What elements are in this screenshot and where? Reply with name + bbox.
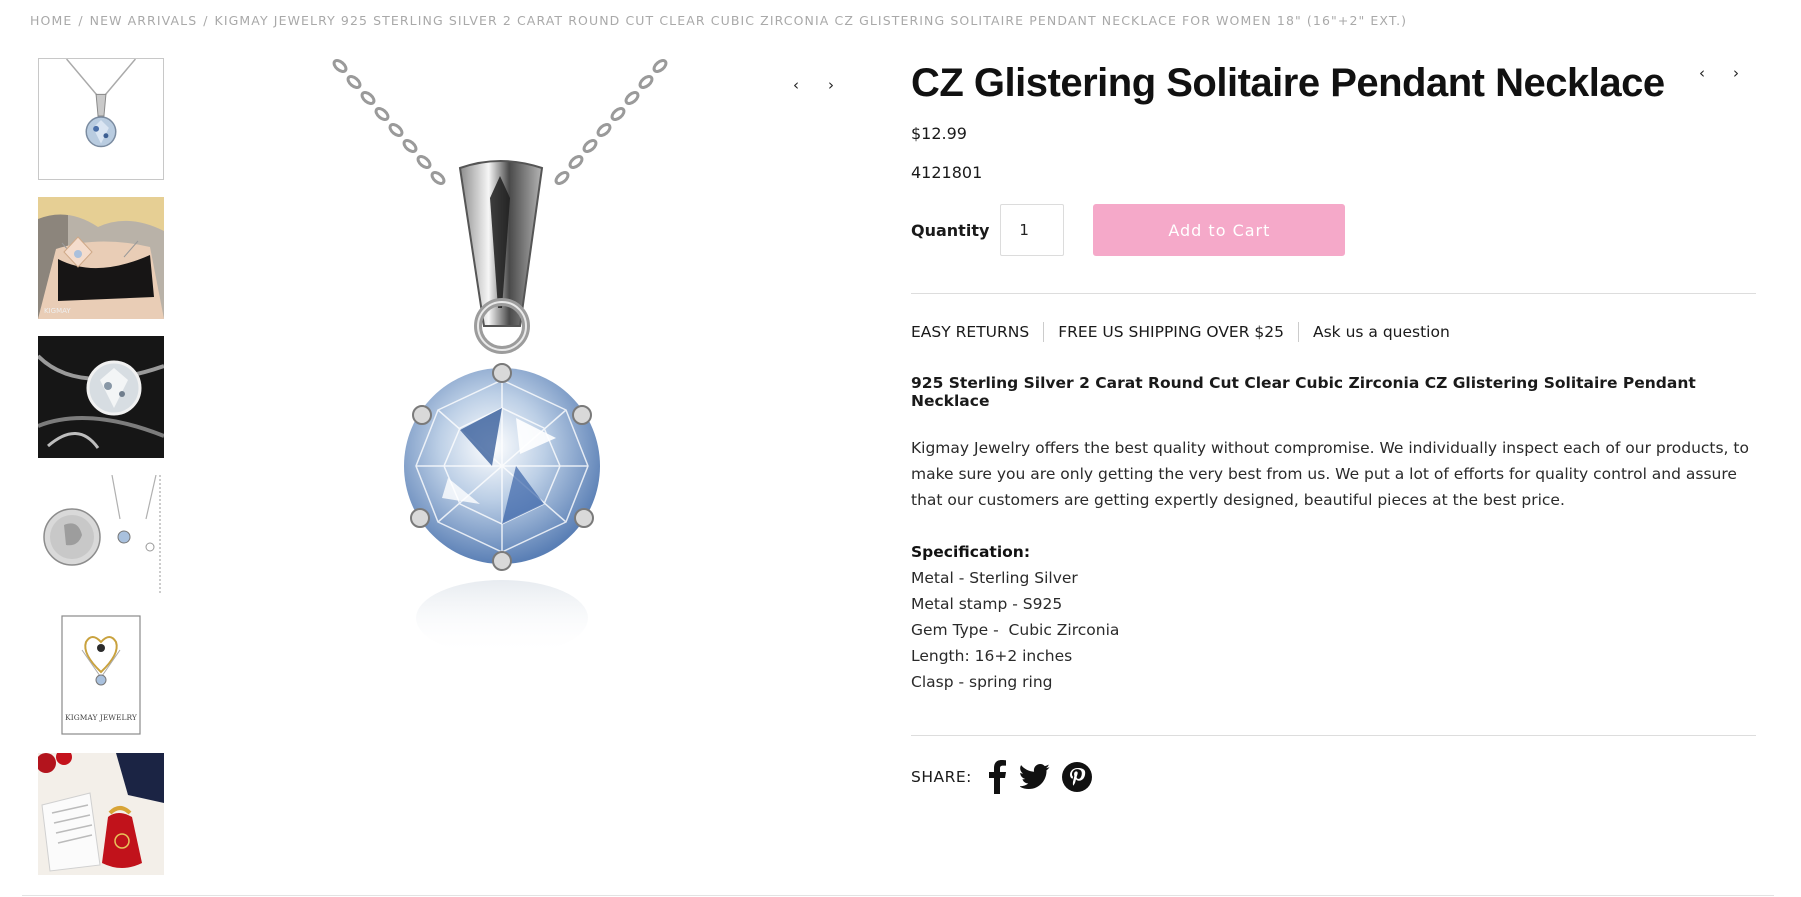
divider bbox=[911, 293, 1756, 294]
spec-item: Length: 16+2 inches bbox=[911, 647, 1073, 665]
specification: Specification: Metal - Sterling Silver M… bbox=[911, 539, 1756, 695]
perk-divider bbox=[1298, 322, 1299, 342]
product-info: CZ Glistering Solitaire Pendant Necklace… bbox=[911, 58, 1756, 794]
product-sku: 4121801 bbox=[911, 163, 983, 182]
twitter-icon[interactable] bbox=[1019, 760, 1050, 794]
main-product-image[interactable] bbox=[330, 58, 670, 668]
pinterest-icon[interactable] bbox=[1061, 760, 1092, 794]
quantity-input[interactable] bbox=[1000, 204, 1065, 256]
breadcrumb-current: KIGMAY JEWELRY 925 STERLING SILVER 2 CAR… bbox=[214, 13, 1408, 28]
breadcrumb-home[interactable]: HOME bbox=[30, 13, 72, 28]
perk-divider bbox=[1043, 322, 1045, 342]
description-title: 925 Sterling Silver 2 Carat Round Cut Cl… bbox=[911, 374, 1696, 410]
thumbnail-gift-card[interactable]: KIGMAY JEWELRY bbox=[38, 614, 164, 736]
thumbnail-gem-closeup[interactable] bbox=[38, 336, 164, 458]
spec-item: Gem Type - Cubic Zirconia bbox=[911, 621, 1120, 639]
share-bar: SHARE: bbox=[911, 760, 1756, 794]
model-wearing-thumbnail-icon: KIGMAY bbox=[38, 197, 164, 319]
gem-closeup-thumbnail-icon bbox=[38, 336, 164, 458]
quantity-row: Quantity Add to Cart bbox=[911, 204, 1756, 256]
product-price: $12.99 bbox=[911, 124, 967, 143]
thumbnail-pendant[interactable] bbox=[38, 58, 164, 180]
thumbnail-packaging[interactable] bbox=[38, 753, 164, 875]
spec-item: Clasp - spring ring bbox=[911, 673, 1053, 691]
thumbnail-size-comparison[interactable] bbox=[38, 475, 164, 597]
size-comparison-thumbnail-icon bbox=[38, 475, 164, 597]
perks-bar: EASY RETURNS FREE US SHIPPING OVER $25 A… bbox=[911, 322, 1756, 342]
facebook-icon[interactable] bbox=[988, 760, 1006, 794]
thumbnail-model[interactable]: KIGMAY bbox=[38, 197, 164, 319]
image-next-arrow-icon[interactable]: › bbox=[828, 78, 834, 93]
ask-question-link[interactable]: Ask us a question bbox=[1313, 323, 1450, 341]
product-title: CZ Glistering Solitaire Pendant Necklace bbox=[911, 61, 1665, 105]
divider bbox=[911, 735, 1756, 736]
specification-title: Specification: bbox=[911, 543, 1031, 561]
spec-item: Metal - Sterling Silver bbox=[911, 569, 1078, 587]
svg-text:KIGMAY JEWELRY: KIGMAY JEWELRY bbox=[65, 713, 138, 722]
breadcrumb-separator: / bbox=[203, 13, 209, 28]
quantity-label: Quantity bbox=[911, 220, 990, 240]
add-to-cart-button[interactable]: Add to Cart bbox=[1093, 204, 1346, 256]
share-label: SHARE: bbox=[911, 768, 972, 786]
breadcrumb-separator: / bbox=[78, 13, 84, 28]
breadcrumb-collection[interactable]: NEW ARRIVALS bbox=[90, 13, 198, 28]
breadcrumb: HOME / NEW ARRIVALS / KIGMAY JEWELRY 925 STE… bbox=[30, 13, 1407, 28]
spec-item: Metal stamp - S925 bbox=[911, 595, 1063, 613]
packaging-thumbnail-icon bbox=[38, 753, 164, 875]
footer-divider bbox=[22, 895, 1774, 896]
gift-card-thumbnail-icon: KIGMAY JEWELRY bbox=[38, 614, 164, 736]
image-prev-arrow-icon[interactable]: ‹ bbox=[793, 78, 799, 93]
pendant-main-icon bbox=[332, 59, 668, 656]
description-body: Kigmay Jewelry offers the best quality w… bbox=[911, 439, 1749, 509]
easy-returns-link[interactable]: EASY RETURNS bbox=[911, 323, 1029, 341]
free-shipping-link[interactable]: FREE US SHIPPING OVER $25 bbox=[1058, 323, 1284, 341]
svg-text:KIGMAY: KIGMAY bbox=[44, 307, 71, 315]
pendant-thumbnail-icon bbox=[39, 59, 163, 179]
